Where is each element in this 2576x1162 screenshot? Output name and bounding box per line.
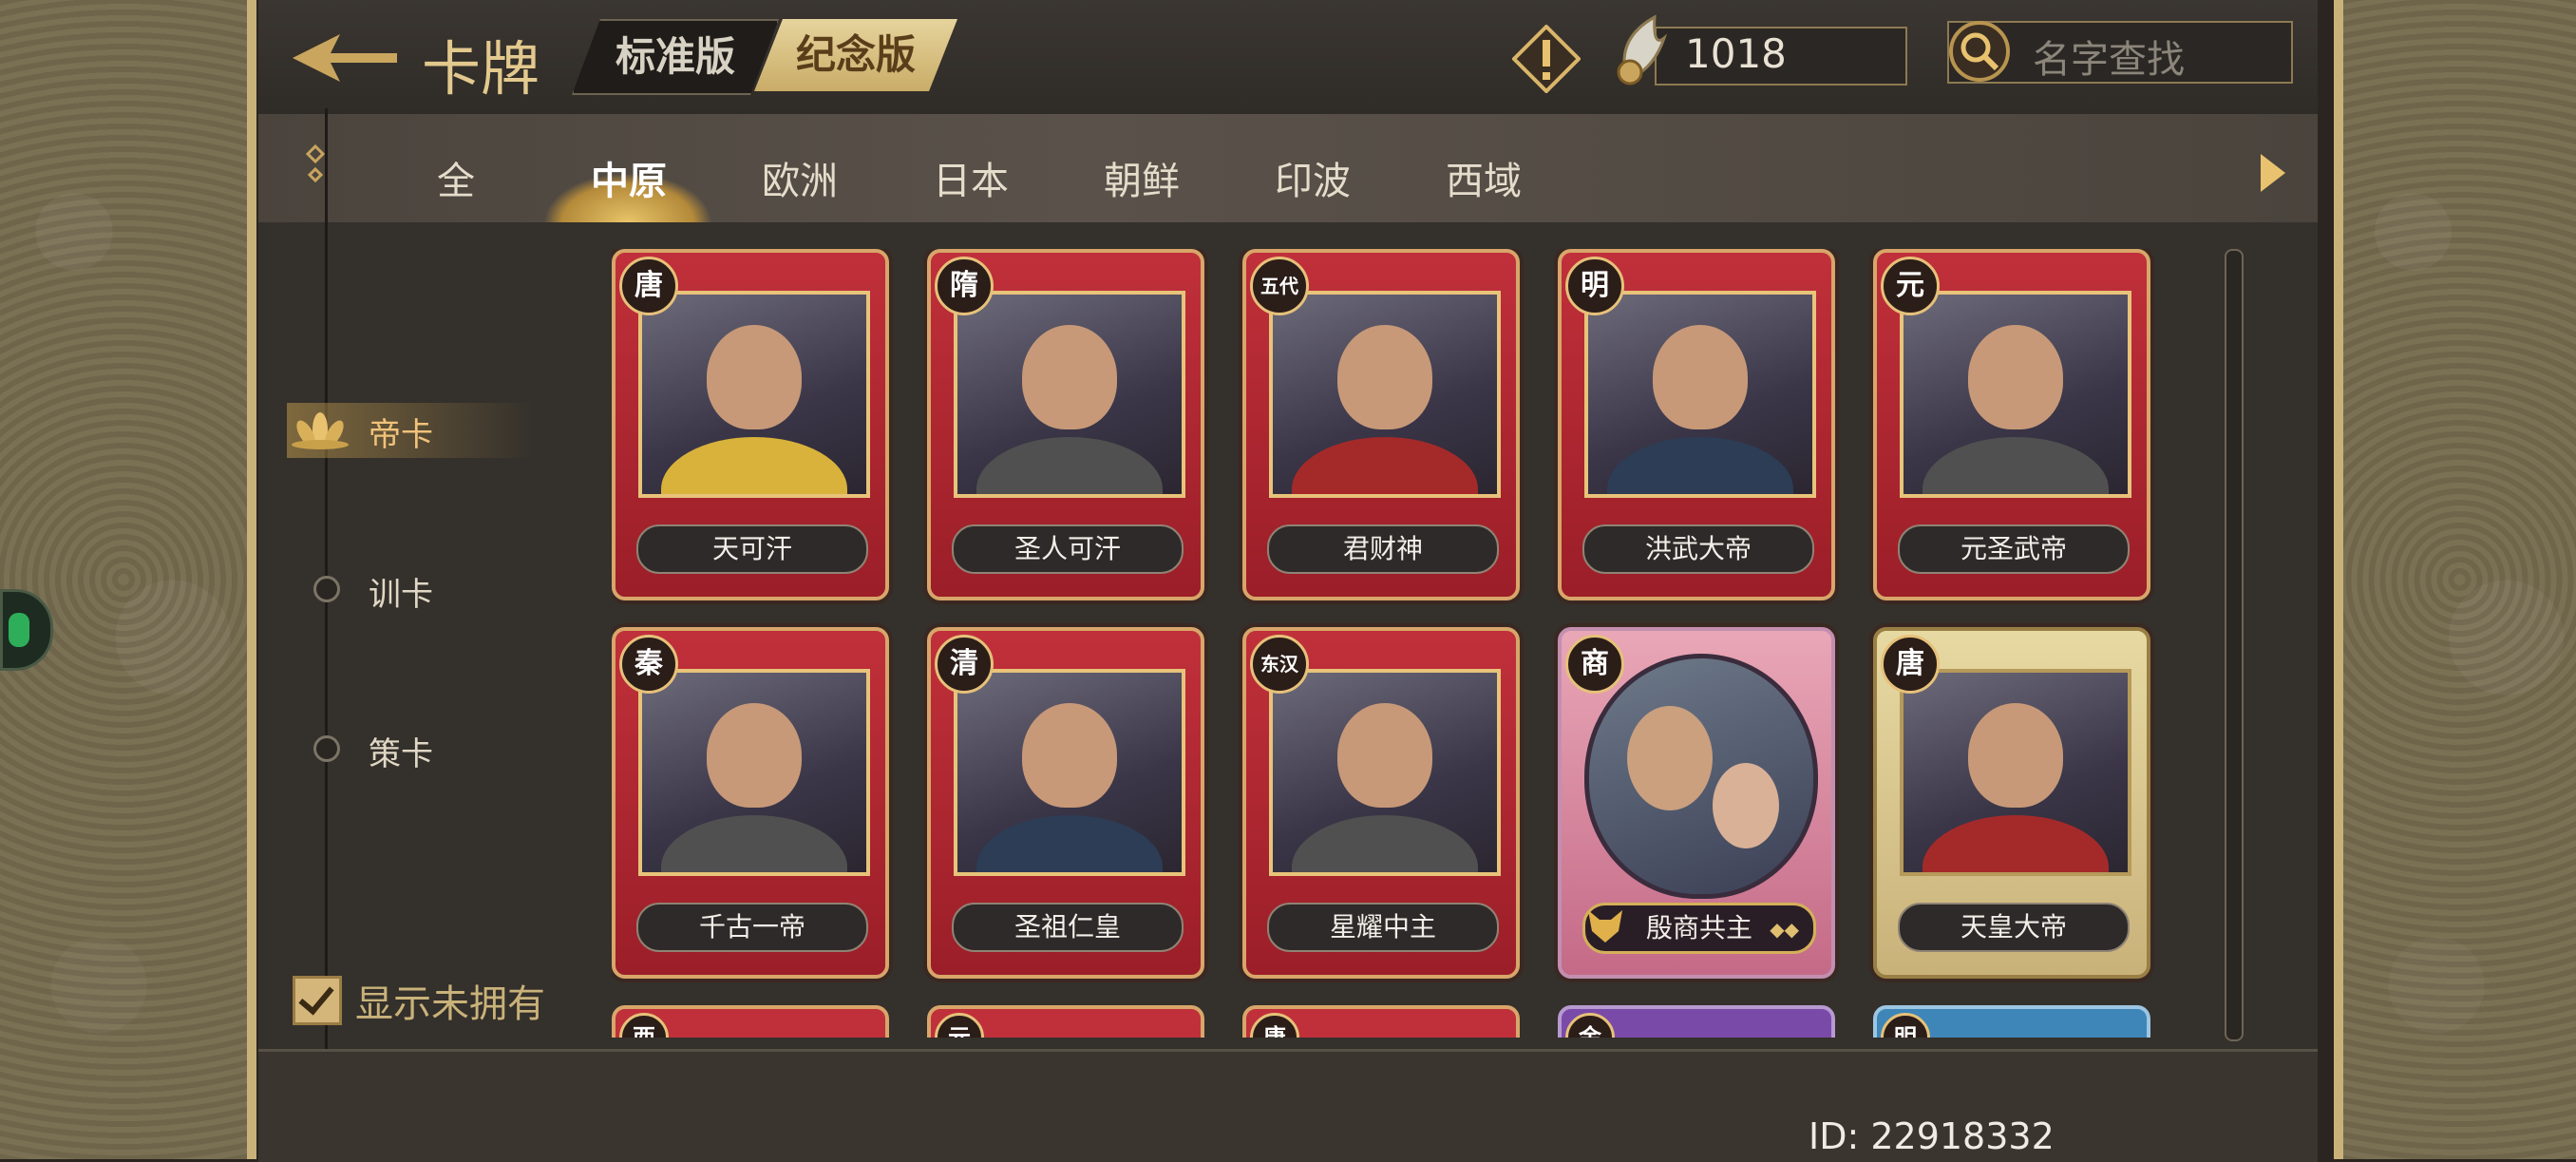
portrait — [638, 291, 870, 498]
portrait — [954, 291, 1185, 498]
ornament-icon: ◆◆ — [1770, 918, 1799, 941]
feather-currency-icon — [1617, 14, 1668, 86]
tab-europe[interactable]: 欧洲 — [762, 150, 838, 205]
card-collection-panel: 卡牌 标准版 纪念版 1018 名字查找 全 中原 欧洲 日本 朝鲜 印波 西域… — [258, 0, 2318, 1162]
dynasty-badge: 清 — [935, 635, 994, 694]
card-name: 圣祖仁皇 — [952, 903, 1184, 952]
portrait — [1584, 654, 1818, 899]
card-sheng-ren-ke-han[interactable]: 隋 圣人可汗 — [927, 249, 1204, 600]
dynasty-badge: 金 — [1565, 1013, 1615, 1038]
dynasty-badge: 唐 — [1881, 635, 1940, 694]
portrait — [1269, 291, 1501, 498]
dynasty-badge: 唐 — [1250, 1013, 1299, 1038]
portrait — [638, 669, 870, 876]
ornament-icon — [305, 144, 326, 183]
currency-value: 1018 — [1685, 30, 1787, 77]
back-arrow-icon[interactable] — [293, 25, 397, 91]
search-placeholder: 名字查找 — [2033, 38, 2185, 82]
dynasty-badge: 元 — [935, 1013, 984, 1038]
left-dragon-decoration — [0, 0, 256, 1159]
card-jun-cai-shen[interactable]: 五代 君财神 — [1242, 249, 1520, 600]
card-grid: 唐 天可汗 隋 圣人可汗 五代 君财神 明 洪武大帝 元 元圣武帝 秦 千古一帝 — [612, 249, 2207, 1038]
search-icon[interactable] — [1947, 19, 2014, 84]
dynasty-badge: 西 — [619, 1013, 669, 1038]
card-xing-yao-zhong-zhu[interactable]: 东汉 星耀中主 — [1242, 627, 1520, 979]
portrait — [1584, 291, 1816, 498]
tab-korea[interactable]: 朝鲜 — [1104, 150, 1180, 205]
dynasty-badge: 唐 — [619, 257, 678, 315]
card-tian-huang-da-di[interactable]: 唐 天皇大帝 — [1873, 627, 2150, 979]
card-name: 洪武大帝 — [1582, 524, 1814, 574]
card-name: 君财神 — [1267, 524, 1499, 574]
dynasty-badge: 东汉 — [1250, 635, 1309, 694]
tab-central-plains[interactable]: 中原 — [591, 150, 667, 205]
fox-icon — [1588, 910, 1622, 943]
portrait — [1900, 291, 2131, 498]
dynasty-badge: 秦 — [619, 635, 678, 694]
tab-japan[interactable]: 日本 — [933, 150, 1009, 205]
card-yuan-sheng-wu-di[interactable]: 元 元圣武帝 — [1873, 249, 2150, 600]
card-name: 天可汗 — [636, 524, 868, 574]
chevron-right-icon[interactable] — [2253, 152, 2291, 194]
nav-item-strategy-card[interactable]: 策卡 — [369, 728, 433, 774]
dynasty-badge: 商 — [1565, 635, 1624, 694]
partial-card[interactable]: 元 — [927, 1005, 1204, 1038]
nav-item-training-card[interactable]: 训卡 — [369, 568, 433, 615]
show-unowned-label: 显示未拥有 — [355, 982, 545, 1026]
card-yin-shang-gong-zhu[interactable]: 商 殷商共主 ◆◆ — [1558, 627, 1835, 979]
nav-dot — [313, 576, 340, 602]
lotus-icon — [292, 412, 349, 449]
card-name: 天皇大帝 — [1898, 903, 2130, 952]
partial-card[interactable]: 金 — [1558, 1005, 1835, 1038]
warning-icon[interactable] — [1512, 25, 1581, 93]
show-unowned-toggle[interactable]: 显示未拥有 — [293, 973, 545, 1028]
tab-standard-edition[interactable]: 标准版 — [572, 19, 779, 95]
card-qian-gu-yi-di[interactable]: 秦 千古一帝 — [612, 627, 889, 979]
partial-card[interactable]: 西 — [612, 1005, 889, 1038]
portrait — [1900, 669, 2131, 876]
region-tabs: 全 中原 欧洲 日本 朝鲜 印波 西域 — [258, 114, 2318, 222]
portrait — [1269, 669, 1501, 876]
edition-toggle[interactable]: 标准版 纪念版 — [572, 19, 957, 91]
card-name: 圣人可汗 — [952, 524, 1184, 574]
tab-all[interactable]: 全 — [437, 150, 475, 205]
page-title: 卡牌 — [422, 34, 540, 104]
card-hong-wu-da-di[interactable]: 明 洪武大帝 — [1558, 249, 1835, 600]
card-type-nav: 帝卡 训卡 策卡 显示未拥有 — [258, 108, 581, 1058]
card-name: 元圣武帝 — [1898, 524, 2130, 574]
right-dragon-decoration — [2334, 0, 2576, 1159]
dynasty-badge: 五代 — [1250, 257, 1309, 315]
card-tian-ke-han[interactable]: 唐 天可汗 — [612, 249, 889, 600]
top-bar: 卡牌 标准版 纪念版 1018 名字查找 — [258, 0, 2318, 114]
card-grid-scrollbar[interactable] — [2225, 249, 2244, 1041]
player-id: ID: 22918332 — [1809, 1115, 2055, 1157]
show-unowned-checkbox[interactable] — [293, 976, 342, 1025]
nav-item-emperor-card[interactable]: 帝卡 — [369, 409, 433, 455]
partial-card[interactable]: 明 — [1873, 1005, 2150, 1038]
tab-memorial-edition[interactable]: 纪念版 — [754, 19, 957, 91]
card-name: 星耀中主 — [1267, 903, 1499, 952]
portrait — [954, 669, 1185, 876]
tab-india-persia[interactable]: 印波 — [1275, 150, 1351, 205]
tab-western-regions[interactable]: 西域 — [1446, 150, 1522, 205]
partial-card[interactable]: 唐 — [1242, 1005, 1520, 1038]
dynasty-badge: 明 — [1565, 257, 1624, 315]
nav-dot — [313, 735, 340, 762]
dynasty-badge: 元 — [1881, 257, 1940, 315]
dynasty-badge: 隋 — [935, 257, 994, 315]
dynasty-badge: 明 — [1881, 1013, 1930, 1038]
card-sheng-zu-ren-huang[interactable]: 清 圣祖仁皇 — [927, 627, 1204, 979]
card-name: 千古一帝 — [636, 903, 868, 952]
